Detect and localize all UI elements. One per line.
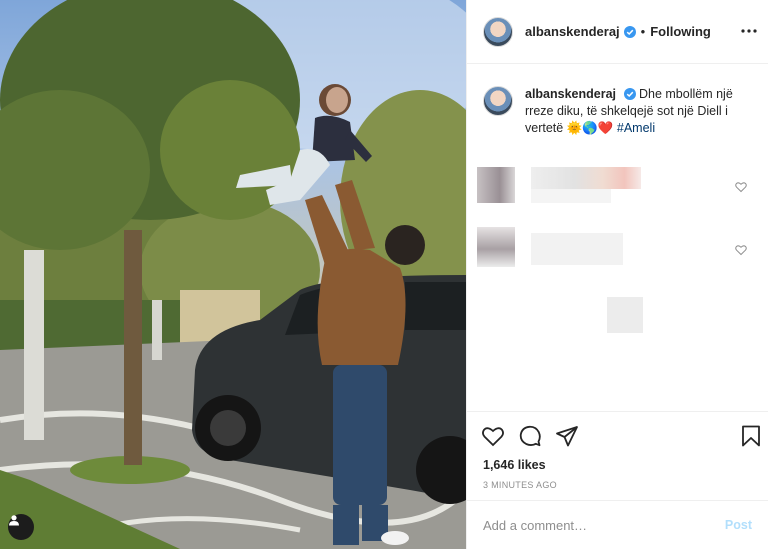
verified-badge-icon bbox=[623, 25, 636, 38]
caption-emojis: 🌞🌎❤️ bbox=[566, 121, 614, 135]
follow-separator: • bbox=[640, 24, 646, 39]
user-tag-icon bbox=[9, 515, 19, 526]
post-timestamp[interactable]: 3 MINUTES AGO bbox=[483, 480, 557, 490]
comment-input[interactable] bbox=[483, 517, 713, 533]
blurred-comment bbox=[531, 233, 623, 265]
caption: albanskenderaj Dhe mbollëm një rreze dik… bbox=[467, 64, 768, 137]
author-username[interactable]: albanskenderaj bbox=[525, 24, 620, 39]
blurred-comment bbox=[531, 189, 611, 203]
blurred-comment bbox=[477, 167, 515, 203]
comment-like-icon[interactable] bbox=[735, 244, 747, 256]
caption-body: albanskenderaj Dhe mbollëm një rreze dik… bbox=[525, 86, 752, 137]
comment-form: Post bbox=[467, 500, 768, 549]
author-avatar[interactable] bbox=[483, 16, 513, 47]
post-actions: 1,646 likes 3 MINUTES AGO bbox=[467, 411, 768, 501]
heart-icon[interactable] bbox=[481, 424, 505, 448]
post-header: albanskenderaj • Following bbox=[467, 0, 768, 64]
share-icon[interactable] bbox=[555, 424, 579, 448]
following-button[interactable]: Following bbox=[650, 24, 711, 39]
bookmark-icon[interactable] bbox=[739, 424, 763, 448]
post-comment-button[interactable]: Post bbox=[725, 518, 752, 532]
caption-username[interactable]: albanskenderaj bbox=[525, 87, 616, 101]
blurred-comment bbox=[531, 167, 641, 189]
blurred-comment bbox=[607, 297, 643, 333]
more-options-icon[interactable] bbox=[740, 22, 758, 40]
verified-badge-icon bbox=[623, 88, 636, 100]
caption-hashtag[interactable]: #Ameli bbox=[617, 121, 655, 135]
like-count[interactable]: 1,646 likes bbox=[483, 458, 546, 472]
blurred-comment bbox=[477, 227, 515, 267]
comments-list bbox=[467, 137, 768, 397]
post-side-panel: albanskenderaj • Following albanskendera… bbox=[466, 0, 768, 549]
user-tag-button[interactable] bbox=[8, 514, 34, 540]
comment-like-icon[interactable] bbox=[735, 181, 747, 193]
photo-scene bbox=[0, 0, 466, 549]
comment-icon[interactable] bbox=[518, 424, 542, 448]
caption-avatar[interactable] bbox=[483, 86, 513, 116]
post-photo[interactable] bbox=[0, 0, 466, 549]
